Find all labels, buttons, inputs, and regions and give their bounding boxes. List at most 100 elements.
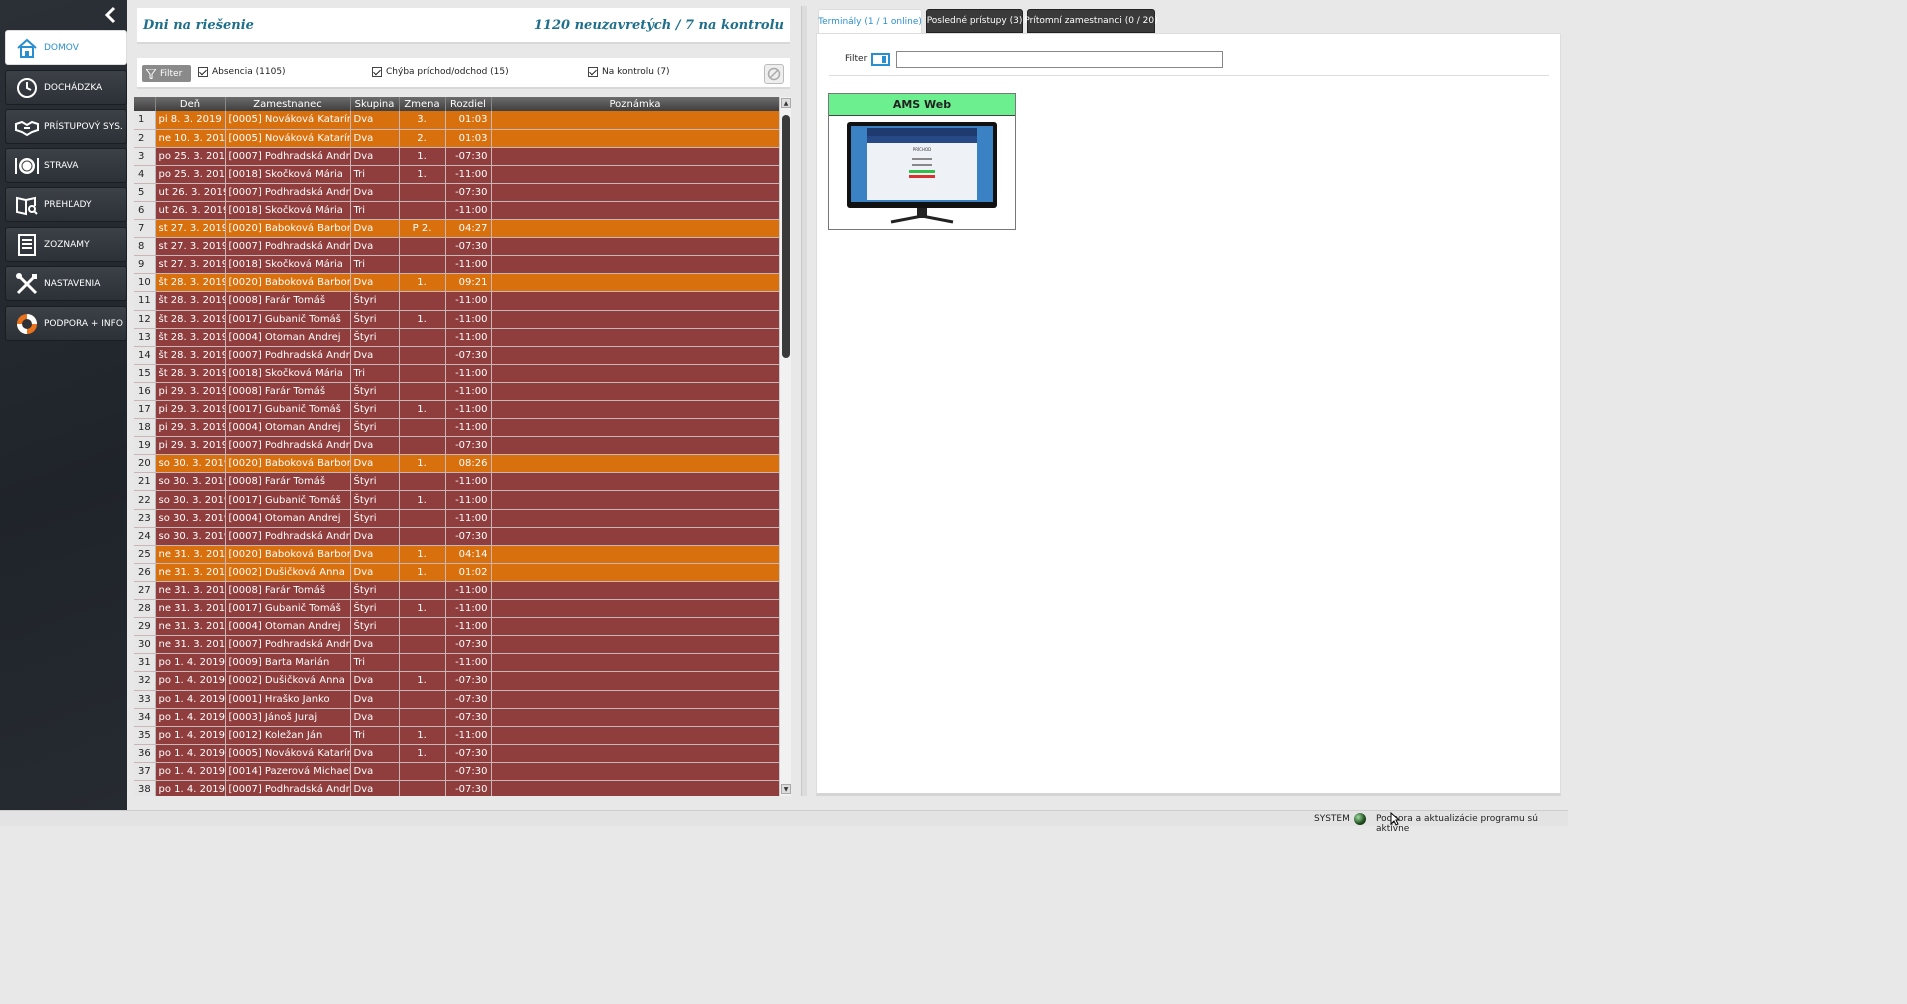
cell-zamestnanec[interactable]: [0005] Nováková Katarína [225, 129, 351, 148]
row-index[interactable]: 15 [134, 364, 156, 383]
cell-den[interactable]: ut 26. 3. 2019 [155, 183, 226, 202]
cell-skupina[interactable]: Štyri [350, 581, 400, 601]
cell-zamestnanec[interactable]: [0008] Farár Tomáš [225, 472, 351, 492]
row-index[interactable]: 12 [134, 310, 156, 329]
cell-skupina[interactable]: Tri [350, 165, 400, 184]
cell-zamestnanec[interactable]: [0008] Farár Tomáš [225, 382, 351, 402]
table-row[interactable]: 12 št 28. 3. 2019 [0017] Gubanič Tomáš Štyr… [134, 310, 780, 329]
cell-skupina[interactable]: Tri [350, 726, 400, 745]
cell-rozdiel[interactable]: 04:27 [445, 219, 492, 239]
cell-den[interactable]: pi 29. 3. 2019 [155, 382, 226, 402]
cell-rozdiel[interactable]: -11:00 [445, 291, 492, 311]
row-index[interactable]: 24 [134, 527, 156, 546]
cell-skupina[interactable]: Dva [350, 346, 400, 365]
cell-rozdiel[interactable]: 01:03 [445, 129, 492, 148]
cell-zamestnanec[interactable]: [0007] Podhradská Andrea [225, 635, 351, 655]
row-index[interactable]: 20 [134, 454, 156, 474]
cell-poznamka[interactable] [491, 545, 780, 564]
cell-poznamka[interactable] [491, 762, 780, 781]
checkbox-box[interactable] [198, 67, 208, 77]
cell-den[interactable]: št 28. 3. 2019 [155, 291, 226, 311]
grid-scrollbar[interactable]: ▲ ▼ [779, 97, 791, 796]
cell-skupina[interactable]: Dva [350, 762, 400, 781]
row-index[interactable]: 26 [134, 563, 156, 582]
cell-zmena[interactable]: P 2. [399, 219, 446, 239]
row-index[interactable]: 5 [134, 183, 156, 202]
cell-rozdiel[interactable]: -11:00 [445, 382, 492, 402]
table-row[interactable]: 8st 27. 3. 2019 [0007] Podhradská Andrea D… [134, 237, 780, 257]
cell-poznamka[interactable] [491, 400, 780, 420]
cell-poznamka[interactable] [491, 165, 780, 184]
checkbox-box[interactable] [588, 67, 598, 77]
cell-zmena[interactable]: 2. [399, 129, 446, 148]
table-row[interactable]: 20 so 30. 3. 2019 [0020] Baboková Barbora D… [134, 454, 780, 474]
cell-zmena[interactable] [399, 418, 446, 438]
cell-den[interactable]: ne 31. 3. 2019 [155, 545, 226, 564]
cell-poznamka[interactable] [491, 671, 780, 691]
cell-zmena[interactable] [399, 653, 446, 673]
row-index[interactable]: 11 [134, 291, 156, 311]
cell-poznamka[interactable] [491, 726, 780, 745]
cell-poznamka[interactable] [491, 291, 780, 311]
cell-rozdiel[interactable]: 08:26 [445, 454, 492, 474]
cell-rozdiel[interactable]: -07:30 [445, 147, 492, 166]
cell-den[interactable]: po 1. 4. 2019 [155, 744, 226, 763]
row-index[interactable]: 1 [134, 111, 156, 130]
cell-den[interactable]: ne 10. 3. 2019 [155, 129, 226, 148]
cell-skupina[interactable]: Dva [350, 545, 400, 564]
table-row[interactable]: 2 ne 10. 3. 2019 [0005] Nováková Katarína D… [134, 129, 780, 148]
cell-poznamka[interactable] [491, 780, 780, 796]
cell-rozdiel[interactable]: -11:00 [445, 364, 492, 383]
cell-zmena[interactable] [399, 509, 446, 528]
cell-skupina[interactable]: Dva [350, 454, 400, 474]
table-row[interactable]: 28 ne 31. 3. 2019 [0017] Gubanič Tomáš Štyr… [134, 599, 780, 619]
cell-zamestnanec[interactable]: [0012] Koležan Ján [225, 726, 351, 745]
nav-item-podpora-info[interactable]: PODPORA + INFO [5, 306, 127, 341]
column-header-rozdiel[interactable]: Rozdiel [445, 97, 492, 111]
cell-poznamka[interactable] [491, 635, 780, 655]
cell-zamestnanec[interactable]: [0020] Baboková Barbora [225, 454, 351, 474]
cell-skupina[interactable]: Dva [350, 129, 400, 148]
cell-poznamka[interactable] [491, 219, 780, 239]
cell-skupina[interactable]: Dva [350, 273, 400, 293]
cell-poznamka[interactable] [491, 237, 780, 257]
nav-item-prehlady[interactable]: PREHĽADY [5, 187, 127, 222]
row-index[interactable]: 32 [134, 671, 156, 691]
cell-den[interactable]: št 28. 3. 2019 [155, 310, 226, 329]
table-row[interactable]: 34 po 1. 4. 2019 [0003] Jánoš Juraj Dva -07:… [134, 708, 780, 727]
tab-terminaly[interactable]: Terminály (1 / 1 online) [818, 9, 922, 33]
table-row[interactable]: 30 ne 31. 3. 2019 [0007] Podhradská Andrea… [134, 635, 780, 655]
table-row[interactable]: 22 so 30. 3. 2019 [0017] Gubanič Tomáš Štyr… [134, 490, 780, 510]
cell-rozdiel[interactable]: -07:30 [445, 635, 492, 655]
cell-skupina[interactable]: Štyri [350, 328, 400, 347]
cell-den[interactable]: ne 31. 3. 2019 [155, 635, 226, 655]
column-header-index[interactable] [134, 97, 156, 111]
row-index[interactable]: 34 [134, 708, 156, 727]
table-row[interactable]: 35 po 1. 4. 2019 [0012] Koležan Ján Tri 1. -1… [134, 726, 780, 745]
cell-zamestnanec[interactable]: [0004] Otoman Andrej [225, 617, 351, 637]
cell-zamestnanec[interactable]: [0003] Jánoš Juraj [225, 708, 351, 727]
cell-zamestnanec[interactable]: [0007] Podhradská Andrea [225, 527, 351, 546]
row-index[interactable]: 8 [134, 237, 156, 257]
cell-zmena[interactable] [399, 762, 446, 781]
scroll-thumb[interactable] [782, 115, 790, 358]
cell-poznamka[interactable] [491, 617, 780, 637]
nav-item-zoznamy[interactable]: ZOZNAMY [5, 227, 127, 262]
cell-den[interactable]: st 27. 3. 2019 [155, 237, 226, 257]
cell-zamestnanec[interactable]: [0009] Barta Marián [225, 653, 351, 673]
cell-rozdiel[interactable]: -11:00 [445, 255, 492, 275]
nav-item-dochadzka[interactable]: DOCHÁDZKA [5, 70, 127, 105]
cell-skupina[interactable]: Štyri [350, 490, 400, 510]
filter-toggle-icon[interactable] [871, 53, 890, 66]
cell-den[interactable]: so 30. 3. 2019 [155, 490, 226, 510]
column-header-den[interactable]: Deň [155, 97, 226, 111]
cell-rozdiel[interactable]: -11:00 [445, 581, 492, 601]
cell-poznamka[interactable] [491, 527, 780, 546]
cell-zmena[interactable]: 1. [399, 165, 446, 184]
cell-zmena[interactable] [399, 780, 446, 796]
table-row[interactable]: 11 št 28. 3. 2019 [0008] Farár Tomáš Štyri -… [134, 291, 780, 311]
filter-button[interactable]: Filter [142, 65, 191, 82]
cell-rozdiel[interactable]: -11:00 [445, 617, 492, 637]
row-index[interactable]: 27 [134, 581, 156, 601]
row-index[interactable]: 36 [134, 744, 156, 763]
